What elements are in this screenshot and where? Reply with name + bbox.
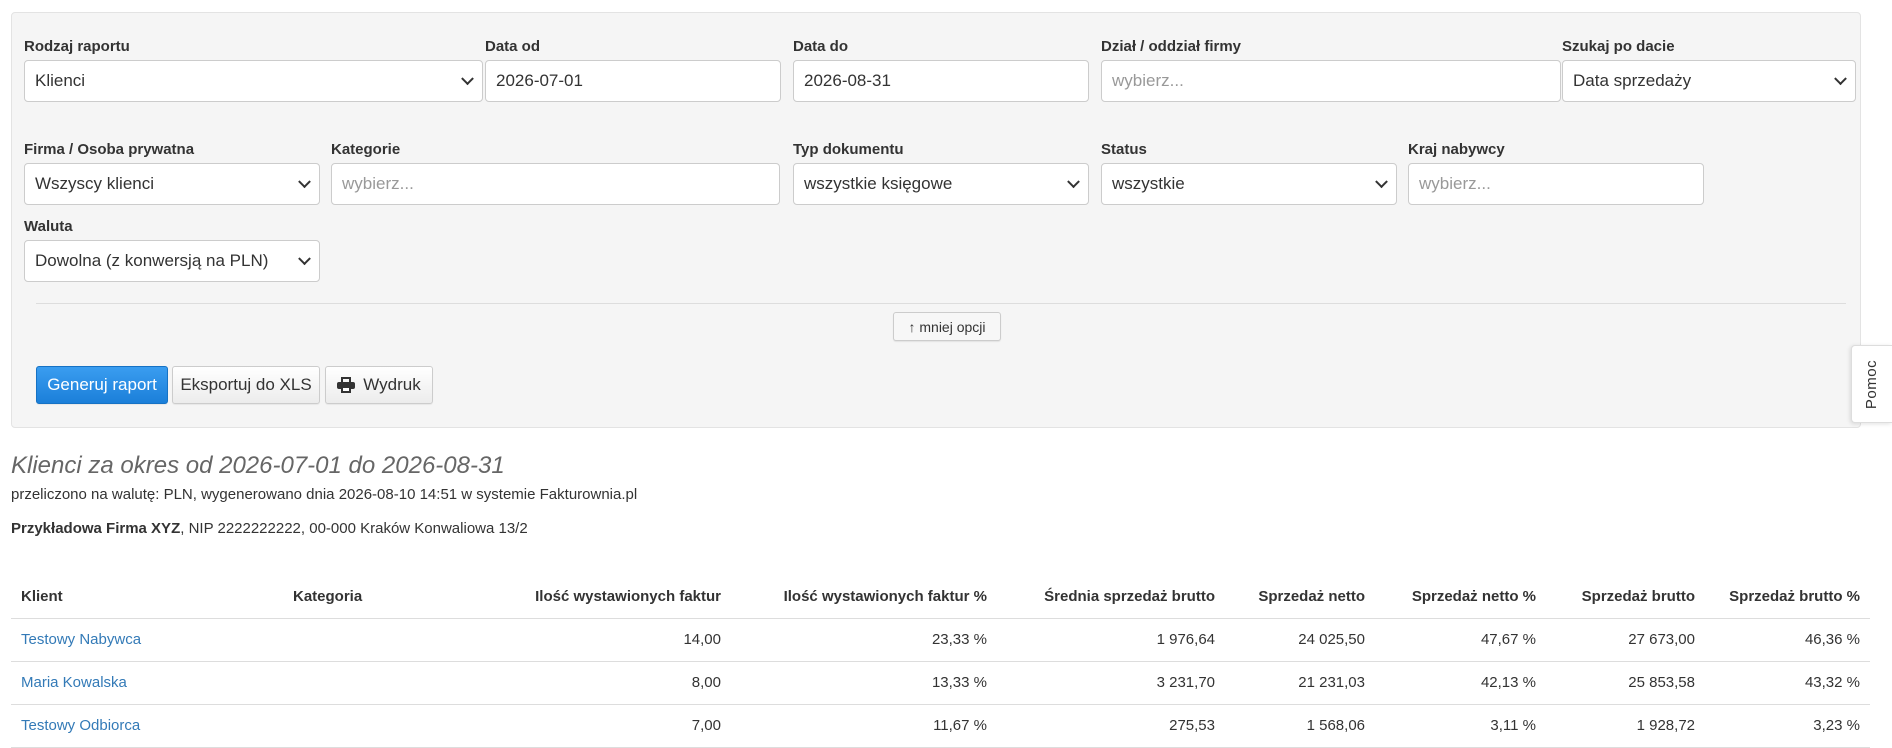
categories-label: Kategorie	[331, 141, 401, 158]
categories-field: Kategorie wybierz...	[331, 140, 780, 205]
column-header[interactable]: Średnia sprzedaż brutto	[997, 576, 1225, 619]
client-link[interactable]: Maria Kowalska	[21, 674, 127, 691]
generate-report-button[interactable]: Generuj raport	[36, 366, 168, 404]
report-type-label: Rodzaj raportu	[24, 38, 130, 55]
document-type-field: Typ dokumentu wszystkie księgowe	[793, 140, 1089, 205]
column-header[interactable]: Klient	[11, 576, 283, 619]
table-cell: 13,33 %	[731, 661, 997, 705]
table-cell: 1 568,06	[1225, 704, 1375, 748]
client-type-select[interactable]: Wszyscy klienci	[24, 163, 320, 205]
filter-divider	[36, 303, 1846, 304]
column-header[interactable]: Sprzedaż brutto	[1546, 576, 1705, 619]
table-row: Testowy Nabywca 14,00 23,33 % 1 976,64 2…	[11, 618, 1870, 662]
date-from-field: Data od 2026-07-01	[485, 37, 781, 102]
column-header[interactable]: Sprzedaż brutto %	[1705, 576, 1870, 619]
column-header[interactable]: Sprzedaż netto %	[1375, 576, 1546, 619]
table-cell: 42,13 %	[1375, 661, 1546, 705]
table-cell: 27 673,00	[1546, 618, 1705, 662]
chevron-down-icon	[298, 175, 311, 189]
table-cell	[283, 704, 426, 748]
search-by-date-field: Szukaj po dacie Data sprzedaży	[1562, 37, 1856, 102]
table-cell: 21 231,03	[1225, 661, 1375, 705]
report-filter-panel: Rodzaj raportu Klienci Data od 2026-07-0…	[11, 12, 1861, 428]
buyer-country-field: Kraj nabywcy wybierz...	[1408, 140, 1704, 205]
table-cell: 24 025,50	[1225, 618, 1375, 662]
buyer-country-label: Kraj nabywcy	[1408, 141, 1505, 158]
document-type-label: Typ dokumentu	[793, 141, 904, 158]
currency-field: Waluta Dowolna (z konwersją na PLN)	[24, 217, 320, 282]
table-cell: 8,00	[426, 661, 731, 705]
client-link[interactable]: Testowy Odbiorca	[21, 717, 140, 734]
export-xls-button[interactable]: Eksportuj do XLS	[172, 366, 320, 404]
department-field: Dział / oddział firmy wybierz...	[1101, 37, 1561, 102]
report-table: Klient Kategoria Ilość wystawionych fakt…	[11, 576, 1870, 748]
table-cell: 7,00	[426, 704, 731, 748]
table-cell: 47,67 %	[1375, 618, 1546, 662]
table-cell: 1 976,64	[997, 618, 1225, 662]
table-cell	[283, 661, 426, 705]
less-options-button[interactable]: ↑ mniej opcji	[893, 312, 1001, 341]
printer-icon	[337, 377, 356, 393]
report-type-field: Rodzaj raportu Klienci	[24, 37, 483, 102]
table-cell: 275,53	[997, 704, 1225, 748]
document-type-select[interactable]: wszystkie księgowe	[793, 163, 1089, 205]
chevron-down-icon	[298, 252, 311, 266]
table-row: Testowy Odbiorca 7,00 11,67 % 275,53 1 5…	[11, 704, 1870, 748]
report-type-select[interactable]: Klienci	[24, 60, 483, 102]
table-cell: 3,23 %	[1705, 704, 1870, 748]
column-header[interactable]: Ilość wystawionych faktur %	[731, 576, 997, 619]
table-cell: 1 928,72	[1546, 704, 1705, 748]
column-header[interactable]: Sprzedaż netto	[1225, 576, 1375, 619]
column-header[interactable]: Ilość wystawionych faktur	[426, 576, 731, 619]
currency-select[interactable]: Dowolna (z konwersją na PLN)	[24, 240, 320, 282]
table-cell: 11,67 %	[731, 704, 997, 748]
table-cell: 25 853,58	[1546, 661, 1705, 705]
department-label: Dział / oddział firmy	[1101, 38, 1242, 55]
column-header[interactable]: Kategoria	[283, 576, 426, 619]
department-input[interactable]: wybierz...	[1101, 60, 1561, 102]
table-cell: 43,32 %	[1705, 661, 1870, 705]
report-subtitle: przeliczono na walutę: PLN, wygenerowano…	[11, 486, 638, 503]
table-header-row: Klient Kategoria Ilość wystawionych fakt…	[11, 576, 1870, 619]
date-from-label: Data od	[485, 38, 541, 55]
categories-input[interactable]: wybierz...	[331, 163, 780, 205]
company-info: Przykładowa Firma XYZ, NIP 2222222222, 0…	[11, 520, 528, 537]
table-cell: 46,36 %	[1705, 618, 1870, 662]
chevron-down-icon	[1834, 72, 1847, 86]
client-link[interactable]: Testowy Nabywca	[21, 631, 141, 648]
search-by-date-label: Szukaj po dacie	[1562, 38, 1675, 55]
table-cell: 23,33 %	[731, 618, 997, 662]
currency-label: Waluta	[24, 218, 73, 235]
company-name: Przykładowa Firma XYZ	[11, 520, 181, 537]
status-label: Status	[1101, 141, 1147, 158]
buyer-country-input[interactable]: wybierz...	[1408, 163, 1704, 205]
table-cell	[283, 618, 426, 662]
chevron-down-icon	[1375, 175, 1388, 189]
table-row: Maria Kowalska 8,00 13,33 % 3 231,70 21 …	[11, 661, 1870, 705]
print-button[interactable]: Wydruk	[325, 366, 433, 404]
date-to-label: Data do	[793, 38, 849, 55]
report-title: Klienci za okres od 2026-07-01 do 2026-0…	[11, 452, 505, 479]
search-by-date-select[interactable]: Data sprzedaży	[1562, 60, 1856, 102]
table-cell: 3,11 %	[1375, 704, 1546, 748]
date-from-input[interactable]: 2026-07-01	[485, 60, 781, 102]
date-to-input[interactable]: 2026-08-31	[793, 60, 1089, 102]
client-type-label: Firma / Osoba prywatna	[24, 141, 195, 158]
date-to-field: Data do 2026-08-31	[793, 37, 1089, 102]
chevron-down-icon	[1067, 175, 1080, 189]
status-select[interactable]: wszystkie	[1101, 163, 1397, 205]
company-details: , NIP 2222222222, 00-000 Kraków Konwalio…	[180, 520, 528, 537]
table-cell: 3 231,70	[997, 661, 1225, 705]
help-tab[interactable]: Pomoc	[1851, 345, 1892, 423]
status-field: Status wszystkie	[1101, 140, 1397, 205]
table-cell: 14,00	[426, 618, 731, 662]
chevron-down-icon	[461, 72, 474, 86]
client-type-field: Firma / Osoba prywatna Wszyscy klienci	[24, 140, 320, 205]
